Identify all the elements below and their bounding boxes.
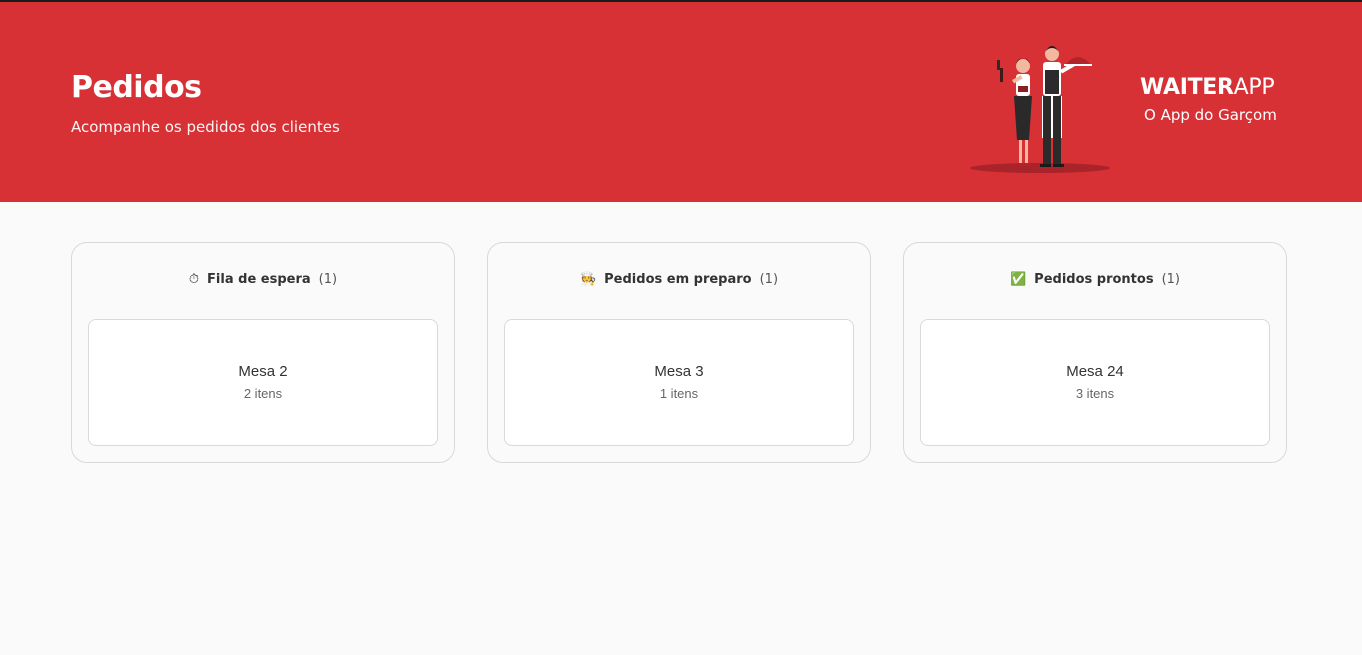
- column-count: (1): [759, 272, 779, 288]
- check-mark-icon: ✅: [1009, 272, 1027, 288]
- cook-icon: 🧑‍🍳: [579, 272, 597, 288]
- order-items-count: 3 itens: [1075, 386, 1115, 402]
- brand-block: WAITERAPP O App do Garçom: [1140, 75, 1280, 124]
- page-header: Pedidos Acompanhe os pedidos dos cliente…: [0, 2, 1362, 202]
- column-in-preparation: 🧑‍🍳 Pedidos em preparo (1) Mesa 3 1 iten…: [487, 242, 871, 463]
- column-title: Pedidos prontos: [1034, 272, 1154, 288]
- order-table: Mesa 2: [238, 363, 288, 381]
- brand-logo: WAITERAPP: [1140, 75, 1280, 100]
- brand-logo-light: APP: [1233, 75, 1275, 100]
- orders-board: ⏱ Fila de espera (1) Mesa 2 2 itens 🧑‍🍳 …: [71, 242, 1287, 463]
- column-waiting: ⏱ Fila de espera (1) Mesa 2 2 itens: [71, 242, 455, 463]
- order-table: Mesa 3: [654, 363, 704, 381]
- column-header: 🧑‍🍳 Pedidos em preparo (1): [580, 259, 778, 301]
- stopwatch-icon: ⏱: [188, 272, 200, 288]
- waiters-illustration: [970, 46, 1110, 173]
- page-subtitle: Acompanhe os pedidos dos clientes: [71, 118, 340, 136]
- order-card[interactable]: Mesa 2 2 itens: [88, 318, 438, 446]
- order-items-count: 2 itens: [243, 386, 283, 402]
- column-header: ✅ Pedidos prontos (1): [1010, 259, 1180, 301]
- column-count: (1): [1161, 272, 1180, 288]
- column-ready: ✅ Pedidos prontos (1) Mesa 24 3 itens: [903, 242, 1287, 463]
- column-title: Fila de espera: [207, 272, 311, 288]
- brand-logo-bold: WAITER: [1140, 75, 1234, 100]
- column-title: Pedidos em preparo: [604, 272, 752, 288]
- order-card[interactable]: Mesa 3 1 itens: [504, 318, 854, 446]
- column-count: (1): [318, 272, 338, 288]
- order-items-count: 1 itens: [659, 386, 699, 402]
- column-header: ⏱ Fila de espera (1): [189, 259, 337, 301]
- order-card[interactable]: Mesa 24 3 itens: [920, 318, 1270, 446]
- brand-tagline: O App do Garçom: [1144, 106, 1277, 124]
- page-title: Pedidos: [71, 70, 202, 105]
- order-table: Mesa 24: [1066, 363, 1124, 381]
